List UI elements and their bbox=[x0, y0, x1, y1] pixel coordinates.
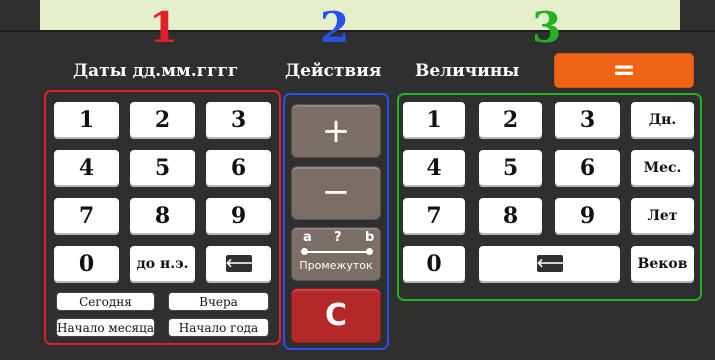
interval-button[interactable]: a ? b Промежуток bbox=[291, 227, 381, 281]
value-key-2[interactable]: 2 bbox=[479, 102, 542, 139]
date-key-1[interactable]: 1 bbox=[54, 102, 119, 139]
equals-button[interactable]: = bbox=[554, 53, 694, 88]
date-key-7[interactable]: 7 bbox=[54, 198, 119, 235]
interval-line bbox=[304, 251, 370, 253]
date-key-5[interactable]: 5 bbox=[130, 150, 195, 187]
date-key-9[interactable]: 9 bbox=[206, 198, 271, 235]
result-display bbox=[40, 0, 680, 30]
value-key-7[interactable]: 7 bbox=[403, 198, 465, 235]
interval-dot-left bbox=[301, 248, 308, 255]
dates-heading: Даты дд.мм.гггг bbox=[73, 61, 239, 81]
clear-button[interactable]: C bbox=[291, 288, 381, 343]
date-key-0[interactable]: 0 bbox=[54, 246, 119, 283]
backspace-icon: 🡐 bbox=[225, 255, 258, 272]
divider bbox=[0, 30, 715, 32]
month-start-button[interactable]: Начало месяца bbox=[56, 318, 155, 337]
values-heading: Величины bbox=[415, 61, 520, 81]
value-backspace-button[interactable]: 🡐 bbox=[479, 246, 620, 283]
date-key-3[interactable]: 3 bbox=[206, 102, 271, 139]
date-key-8[interactable]: 8 bbox=[130, 198, 195, 235]
value-key-6[interactable]: 6 bbox=[555, 150, 620, 187]
yesterday-button[interactable]: Вчера bbox=[168, 292, 269, 311]
section-number-2: 2 bbox=[320, 3, 350, 52]
value-key-8[interactable]: 8 bbox=[479, 198, 542, 235]
value-key-0[interactable]: 0 bbox=[403, 246, 465, 283]
value-key-4[interactable]: 4 bbox=[403, 150, 465, 187]
interval-question-label: ? bbox=[334, 230, 342, 245]
interval-b-label: b bbox=[365, 230, 375, 245]
value-key-9[interactable]: 9 bbox=[555, 198, 620, 235]
actions-heading: Действия bbox=[285, 61, 382, 81]
months-button[interactable]: Мес. bbox=[631, 150, 694, 187]
bc-era-button[interactable]: до н.э. bbox=[130, 246, 195, 283]
days-button[interactable]: Дн. bbox=[631, 102, 694, 139]
interval-dot-right bbox=[366, 248, 373, 255]
centuries-button[interactable]: Веков bbox=[631, 246, 694, 283]
value-key-1[interactable]: 1 bbox=[403, 102, 465, 139]
interval-a-label: a bbox=[303, 230, 312, 245]
years-button[interactable]: Лет bbox=[631, 198, 694, 235]
minus-button[interactable]: − bbox=[291, 166, 381, 220]
year-start-button[interactable]: Начало года bbox=[168, 318, 269, 337]
today-button[interactable]: Сегодня bbox=[56, 292, 155, 311]
interval-label: Промежуток bbox=[299, 259, 373, 272]
value-key-5[interactable]: 5 bbox=[479, 150, 542, 187]
backspace-icon: 🡐 bbox=[536, 255, 569, 272]
section-number-1: 1 bbox=[149, 3, 179, 52]
section-number-3: 3 bbox=[532, 3, 562, 52]
plus-button[interactable]: + bbox=[291, 104, 381, 158]
date-backspace-button[interactable]: 🡐 bbox=[206, 246, 271, 283]
date-key-2[interactable]: 2 bbox=[130, 102, 195, 139]
date-key-6[interactable]: 6 bbox=[206, 150, 271, 187]
value-key-3[interactable]: 3 bbox=[555, 102, 620, 139]
date-key-4[interactable]: 4 bbox=[54, 150, 119, 187]
